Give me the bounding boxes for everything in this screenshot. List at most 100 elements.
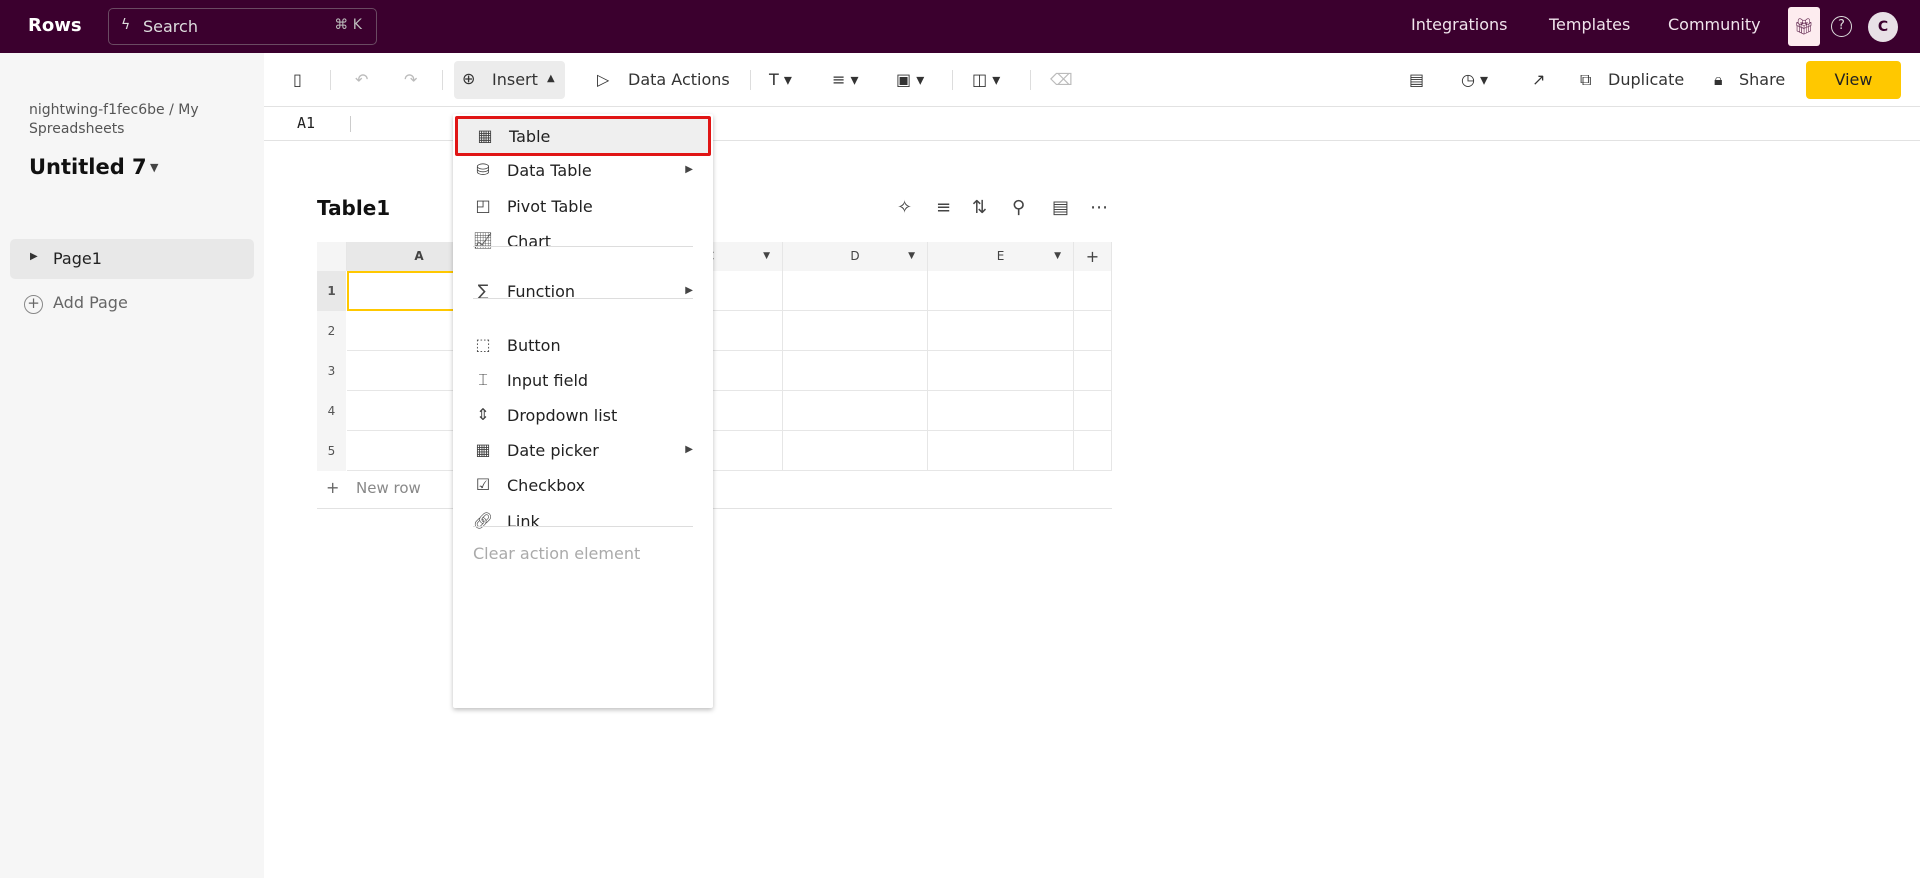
menu-item-label: Button bbox=[507, 336, 561, 355]
menu-item-function[interactable]: ∑ Function ▶ bbox=[453, 271, 713, 313]
menu-item-link[interactable]: 🔗︎ Link bbox=[453, 501, 713, 543]
layout-icon[interactable]: ◫ ▾ bbox=[972, 70, 1000, 89]
caret-down-icon[interactable]: ▼ bbox=[763, 242, 770, 271]
insert-button[interactable]: ⊕ Insert ▲ bbox=[454, 61, 565, 99]
insert-label: Insert bbox=[492, 70, 538, 89]
undo-icon[interactable]: ↶ bbox=[355, 70, 368, 89]
toolbar: ▯ ↶ ↷ ⊕ Insert ▲ ▷ Data Actions T ▾ ≡ ▾ … bbox=[264, 53, 1920, 107]
dropdown-icon: ⇕ bbox=[476, 405, 490, 424]
table-cell[interactable] bbox=[1074, 271, 1112, 311]
analytics-icon[interactable]: ↗ bbox=[1532, 70, 1545, 89]
integrations-link[interactable]: Integrations bbox=[1411, 15, 1508, 34]
column-header-d[interactable]: D ▼ bbox=[783, 242, 928, 271]
text-format-icon[interactable]: T ▾ bbox=[769, 70, 792, 89]
sort-icon[interactable]: ⇅ bbox=[972, 197, 987, 218]
table-icon: ▦ bbox=[477, 126, 493, 145]
share-button[interactable]: Share bbox=[1739, 70, 1785, 89]
caret-right-icon: ▶ bbox=[685, 444, 693, 455]
add-page-label: Add Page bbox=[53, 293, 128, 312]
menu-divider bbox=[473, 246, 693, 247]
breadcrumb[interactable]: nightwing-f1fec6be / My Spreadsheets bbox=[29, 101, 229, 139]
divider bbox=[1030, 70, 1031, 90]
input-field-icon: ⌶ bbox=[478, 370, 488, 389]
table-cell[interactable] bbox=[928, 431, 1074, 471]
menu-item-label: Pivot Table bbox=[507, 197, 593, 216]
row-header[interactable]: 1 bbox=[317, 271, 346, 311]
menu-item-label: Input field bbox=[507, 371, 589, 390]
redo-icon[interactable]: ↷ bbox=[404, 70, 417, 89]
menu-divider bbox=[473, 298, 693, 299]
table-cell[interactable] bbox=[928, 271, 1074, 311]
comment-icon[interactable]: ▤ bbox=[1409, 70, 1424, 89]
ai-sparkle-icon[interactable]: ✧ bbox=[897, 197, 912, 218]
menu-item-label: Data Table bbox=[507, 161, 592, 180]
view-button[interactable]: View bbox=[1806, 61, 1901, 99]
menu-item-label: Table bbox=[509, 127, 551, 146]
sigma-icon: ∑ bbox=[477, 281, 489, 300]
column-label: E bbox=[996, 249, 1005, 263]
table-cell[interactable] bbox=[928, 391, 1074, 431]
comment-icon[interactable]: ▤ bbox=[1052, 197, 1069, 218]
caret-right-icon: ▶ bbox=[685, 164, 693, 175]
table-cell[interactable] bbox=[783, 271, 928, 311]
eraser-icon[interactable]: ⌫ bbox=[1050, 70, 1073, 89]
sidebar-toggle-icon[interactable]: ▯ bbox=[293, 70, 302, 89]
templates-link[interactable]: Templates bbox=[1549, 15, 1630, 34]
row-header[interactable]: 3 bbox=[317, 351, 346, 391]
caret-down-icon[interactable]: ▼ bbox=[1054, 242, 1061, 271]
search-shortcut: ⌘ K bbox=[334, 17, 362, 33]
chevron-down-icon[interactable]: ▼ bbox=[150, 161, 158, 174]
plus-circle-icon: + bbox=[24, 295, 43, 314]
help-icon[interactable]: ? bbox=[1831, 16, 1852, 37]
caret-down-icon[interactable]: ▼ bbox=[908, 242, 915, 271]
search-input[interactable]: ϟ Search ⌘ K bbox=[108, 8, 377, 45]
play-circle-icon[interactable]: ▷ bbox=[597, 70, 609, 89]
avatar[interactable]: C bbox=[1868, 12, 1898, 42]
gift-icon[interactable]: 🎁︎ bbox=[1788, 7, 1820, 46]
row-header[interactable]: 4 bbox=[317, 391, 346, 431]
table-title[interactable]: Table1 bbox=[317, 196, 390, 220]
cursor-button-icon: ⬚ bbox=[475, 335, 491, 354]
table-cell[interactable] bbox=[783, 311, 928, 351]
lock-icon[interactable]: 🔒︎ bbox=[1714, 70, 1723, 90]
plus-circle-icon: ⊕ bbox=[462, 69, 476, 88]
table-cell[interactable] bbox=[783, 351, 928, 391]
add-page-button[interactable]: + Add Page bbox=[24, 293, 128, 314]
table-cell[interactable] bbox=[928, 351, 1074, 391]
table-cell[interactable] bbox=[1074, 351, 1112, 391]
duplicate-icon[interactable]: ⧉ bbox=[1580, 70, 1591, 90]
rows-logo[interactable]: Rows bbox=[28, 15, 82, 36]
row-header[interactable]: 2 bbox=[317, 311, 346, 351]
history-icon[interactable]: ◷ ▾ bbox=[1461, 70, 1488, 89]
menu-item-label: Link bbox=[507, 512, 540, 531]
menu-item-chart[interactable]: 📈︎ Chart bbox=[453, 221, 713, 263]
menu-item-label: Checkbox bbox=[507, 476, 586, 495]
more-icon[interactable]: ⋯ bbox=[1090, 197, 1108, 218]
table-cell[interactable] bbox=[1074, 391, 1112, 431]
add-column-button[interactable]: + bbox=[1074, 242, 1112, 271]
community-link[interactable]: Community bbox=[1668, 15, 1761, 34]
table-cell[interactable] bbox=[1074, 431, 1112, 471]
cell-format-icon[interactable]: ▣ ▾ bbox=[896, 70, 924, 89]
lightning-icon: ϟ bbox=[121, 17, 131, 33]
column-header-e[interactable]: E ▼ bbox=[928, 242, 1074, 271]
duplicate-button[interactable]: Duplicate bbox=[1608, 70, 1684, 89]
sidebar-item-page1[interactable]: ▶ Page1 bbox=[10, 239, 254, 279]
align-icon[interactable]: ≡ ▾ bbox=[832, 70, 859, 89]
document-title[interactable]: Untitled 7 bbox=[29, 155, 147, 179]
row-header[interactable]: 5 bbox=[317, 431, 346, 471]
divider bbox=[350, 116, 351, 132]
menu-item-label: Chart bbox=[507, 232, 551, 251]
data-actions-button[interactable]: Data Actions bbox=[628, 70, 730, 89]
table-cell[interactable] bbox=[783, 431, 928, 471]
column-label: D bbox=[850, 249, 860, 263]
new-row-button[interactable]: + New row bbox=[317, 469, 1112, 509]
search-label: Search bbox=[143, 17, 198, 36]
clear-action-element: Clear action element bbox=[473, 544, 641, 563]
caret-right-icon[interactable]: ▶ bbox=[30, 251, 38, 262]
search-icon[interactable]: ⚲ bbox=[1012, 197, 1025, 218]
table-cell[interactable] bbox=[928, 311, 1074, 351]
table-cell[interactable] bbox=[1074, 311, 1112, 351]
filter-icon[interactable]: ≡ bbox=[936, 197, 951, 218]
table-cell[interactable] bbox=[783, 391, 928, 431]
